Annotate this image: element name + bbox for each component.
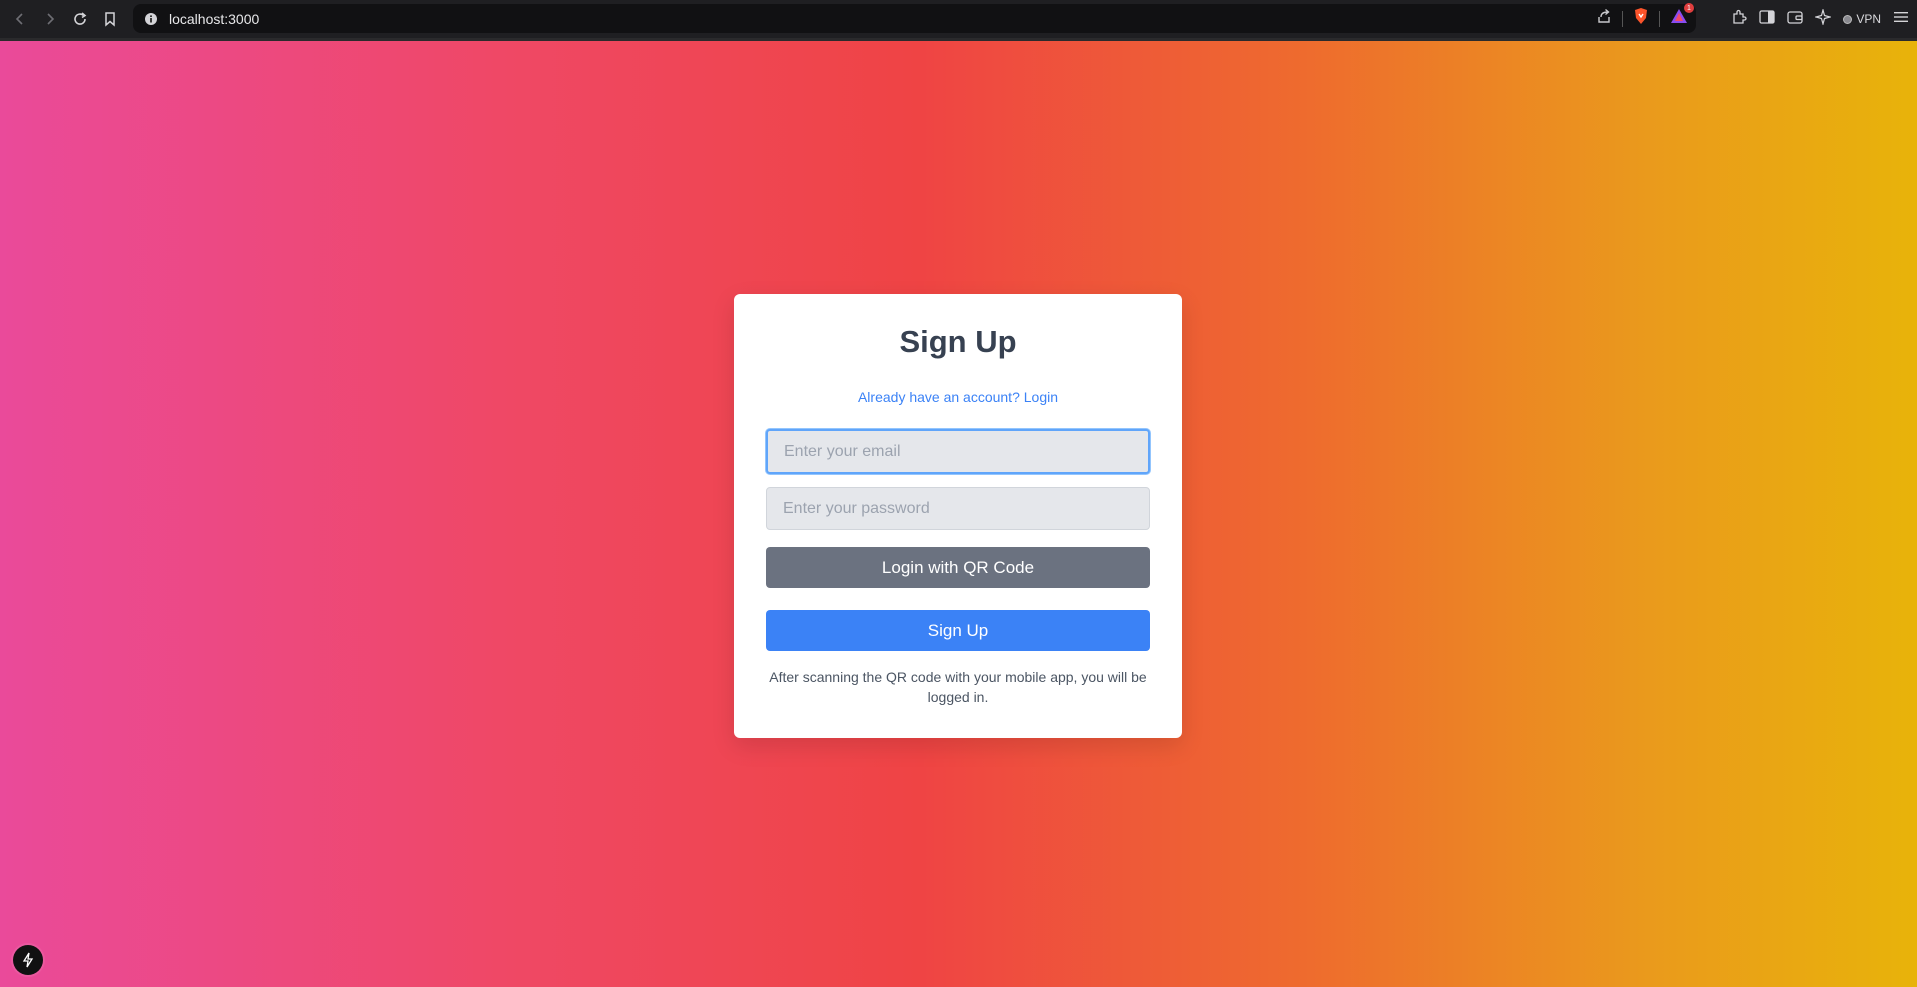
notification-badge: 1 bbox=[1684, 3, 1694, 13]
page-background: Sign Up Already have an account? Login L… bbox=[0, 41, 1917, 987]
extensions-icon[interactable] bbox=[1731, 9, 1747, 30]
lightning-icon[interactable] bbox=[13, 945, 43, 975]
address-bar-actions: 1 bbox=[1596, 3, 1694, 33]
url-text: localhost:3000 bbox=[169, 10, 260, 27]
login-link[interactable]: Already have an account? Login bbox=[734, 389, 1182, 405]
brave-shield-icon[interactable] bbox=[1633, 7, 1649, 30]
signup-card: Sign Up Already have an account? Login L… bbox=[734, 294, 1182, 738]
nav-buttons bbox=[0, 4, 125, 34]
divider bbox=[1622, 10, 1623, 27]
share-icon[interactable] bbox=[1596, 8, 1612, 29]
page-title: Sign Up bbox=[899, 324, 1017, 359]
vpn-button[interactable]: VPN bbox=[1843, 12, 1881, 26]
brave-rewards-icon[interactable]: 1 bbox=[1670, 3, 1694, 29]
info-icon[interactable] bbox=[136, 12, 166, 26]
email-field[interactable] bbox=[766, 429, 1150, 474]
reload-icon[interactable] bbox=[65, 4, 95, 34]
back-icon[interactable] bbox=[5, 4, 35, 34]
sidebar-icon[interactable] bbox=[1759, 9, 1775, 29]
login-qr-button[interactable]: Login with QR Code bbox=[766, 547, 1150, 588]
address-bar[interactable]: localhost:3000 1 bbox=[133, 3, 1696, 33]
divider bbox=[1659, 10, 1660, 27]
leo-ai-icon[interactable] bbox=[1814, 7, 1833, 30]
bookmark-icon[interactable] bbox=[95, 4, 125, 34]
menu-icon[interactable] bbox=[1893, 10, 1909, 29]
wallet-icon[interactable] bbox=[1787, 10, 1803, 29]
vpn-label: VPN bbox=[1856, 12, 1881, 26]
vpn-status-icon bbox=[1843, 14, 1853, 24]
toolbar-actions: VPN bbox=[1731, 0, 1909, 38]
qr-hint-text: After scanning the QR code with your mob… bbox=[769, 669, 1147, 705]
signup-button[interactable]: Sign Up bbox=[766, 610, 1150, 651]
forward-icon[interactable] bbox=[35, 4, 65, 34]
password-field[interactable] bbox=[766, 487, 1150, 530]
browser-toolbar: localhost:3000 1 VPN bbox=[0, 0, 1917, 38]
